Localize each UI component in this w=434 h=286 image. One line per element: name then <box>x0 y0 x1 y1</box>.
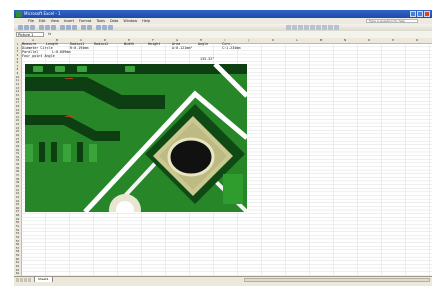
cell-g2[interactable]: A:0.121mm² <box>172 46 192 51</box>
status-bar <box>14 282 432 286</box>
cell-h4[interactable]: 135.32° <box>200 57 214 62</box>
cell-e1[interactable]: Width <box>124 42 134 47</box>
excel-window: Microsoft Excel - 1 File Edit View Insert Fo… <box>0 0 434 286</box>
font-color-icon[interactable] <box>334 25 339 30</box>
pcb-photo <box>25 64 247 212</box>
print-icon[interactable] <box>39 25 44 30</box>
align-left-icon[interactable] <box>304 25 309 30</box>
spell-icon[interactable] <box>51 25 56 30</box>
help-search-input[interactable]: Type a question for help <box>366 19 418 23</box>
chart-icon[interactable] <box>108 25 113 30</box>
sum-icon[interactable] <box>96 25 101 30</box>
title-bar: Microsoft Excel - 1 <box>14 10 432 18</box>
format-toolbar-buttons <box>286 25 339 30</box>
undo-icon[interactable] <box>81 25 86 30</box>
name-box[interactable]: Picture 1 <box>16 32 44 37</box>
align-right-icon[interactable] <box>316 25 321 30</box>
bold-icon[interactable] <box>286 25 291 30</box>
fill-color-icon[interactable] <box>328 25 333 30</box>
preview-icon[interactable] <box>45 25 50 30</box>
toolbar-buttons <box>18 25 113 30</box>
copy-icon[interactable] <box>66 25 71 30</box>
sort-icon[interactable] <box>102 25 107 30</box>
borders-icon[interactable] <box>322 25 327 30</box>
excel-app-icon <box>16 11 22 17</box>
minimize-button[interactable] <box>410 11 416 17</box>
underline-icon[interactable] <box>298 25 303 30</box>
embedded-pcb-image[interactable] <box>25 64 247 212</box>
cell-f1[interactable]: Height <box>148 42 160 47</box>
align-center-icon[interactable] <box>310 25 315 30</box>
close-button[interactable] <box>424 11 430 17</box>
window-controls <box>410 11 430 17</box>
open-icon[interactable] <box>24 25 29 30</box>
window-title: Microsoft Excel - 1 <box>24 11 61 16</box>
fx-label: fx <box>48 32 52 36</box>
cell-i2[interactable]: C:1.234mm <box>222 46 240 51</box>
italic-icon[interactable] <box>292 25 297 30</box>
redo-icon[interactable] <box>87 25 92 30</box>
cut-icon[interactable] <box>60 25 65 30</box>
cell-c2[interactable]: R:0.194mm <box>70 46 88 51</box>
new-icon[interactable] <box>18 25 23 30</box>
paste-icon[interactable] <box>72 25 77 30</box>
cell-a4[interactable]: Four point Angle <box>22 54 55 59</box>
save-icon[interactable] <box>30 25 35 30</box>
cell-b3[interactable]: L:0.609mm <box>52 50 70 55</box>
cell-d1[interactable]: Radius2 <box>94 42 108 47</box>
maximize-button[interactable] <box>417 11 423 17</box>
cell-h1[interactable]: Angle <box>198 42 208 47</box>
